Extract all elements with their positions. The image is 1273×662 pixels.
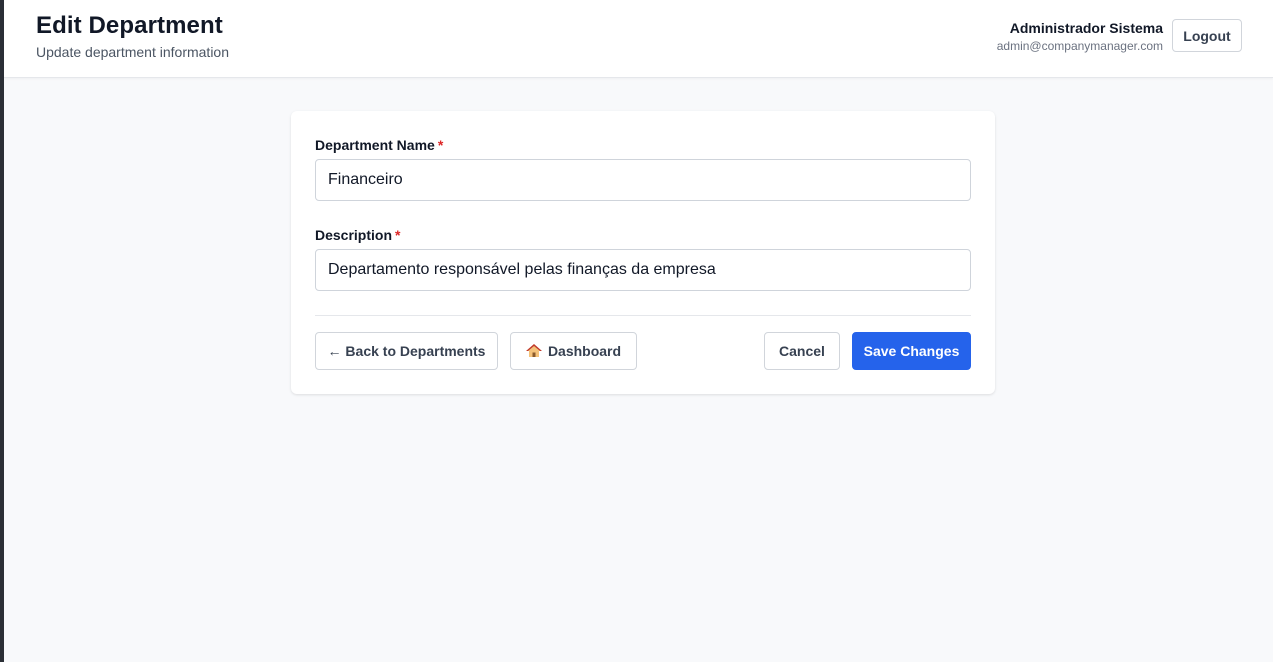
logout-button[interactable]: Logout (1172, 19, 1242, 52)
user-info: Administrador Sistema admin@companymanag… (997, 20, 1163, 53)
house-icon (525, 344, 542, 358)
page-header: Edit Department Update department inform… (4, 0, 1273, 78)
page-title: Edit Department (36, 12, 223, 39)
edit-department-form: Department Name* Description* ← Back to … (291, 111, 995, 394)
back-to-departments-button[interactable]: ← Back to Departments (315, 332, 498, 370)
department-name-label: Department Name * (315, 137, 443, 153)
required-marker: * (437, 137, 444, 153)
department-name-input[interactable] (315, 159, 971, 201)
user-name: Administrador Sistema (1009, 20, 1163, 36)
department-name-label-text: Department Name (315, 137, 435, 153)
dashboard-button-label: Dashboard (547, 343, 622, 359)
description-label: Description * (315, 227, 400, 243)
user-email: admin@companymanager.com (996, 39, 1163, 53)
cancel-button[interactable]: Cancel (764, 332, 840, 370)
description-label-text: Description (315, 227, 393, 243)
description-input[interactable] (315, 249, 971, 291)
window-edge (0, 0, 4, 662)
dashboard-button[interactable]: Dashboard (510, 332, 637, 370)
page-subtitle: Update department information (36, 44, 229, 60)
form-divider (315, 315, 971, 316)
save-changes-button[interactable]: Save Changes (852, 332, 971, 370)
required-marker: * (395, 227, 401, 243)
